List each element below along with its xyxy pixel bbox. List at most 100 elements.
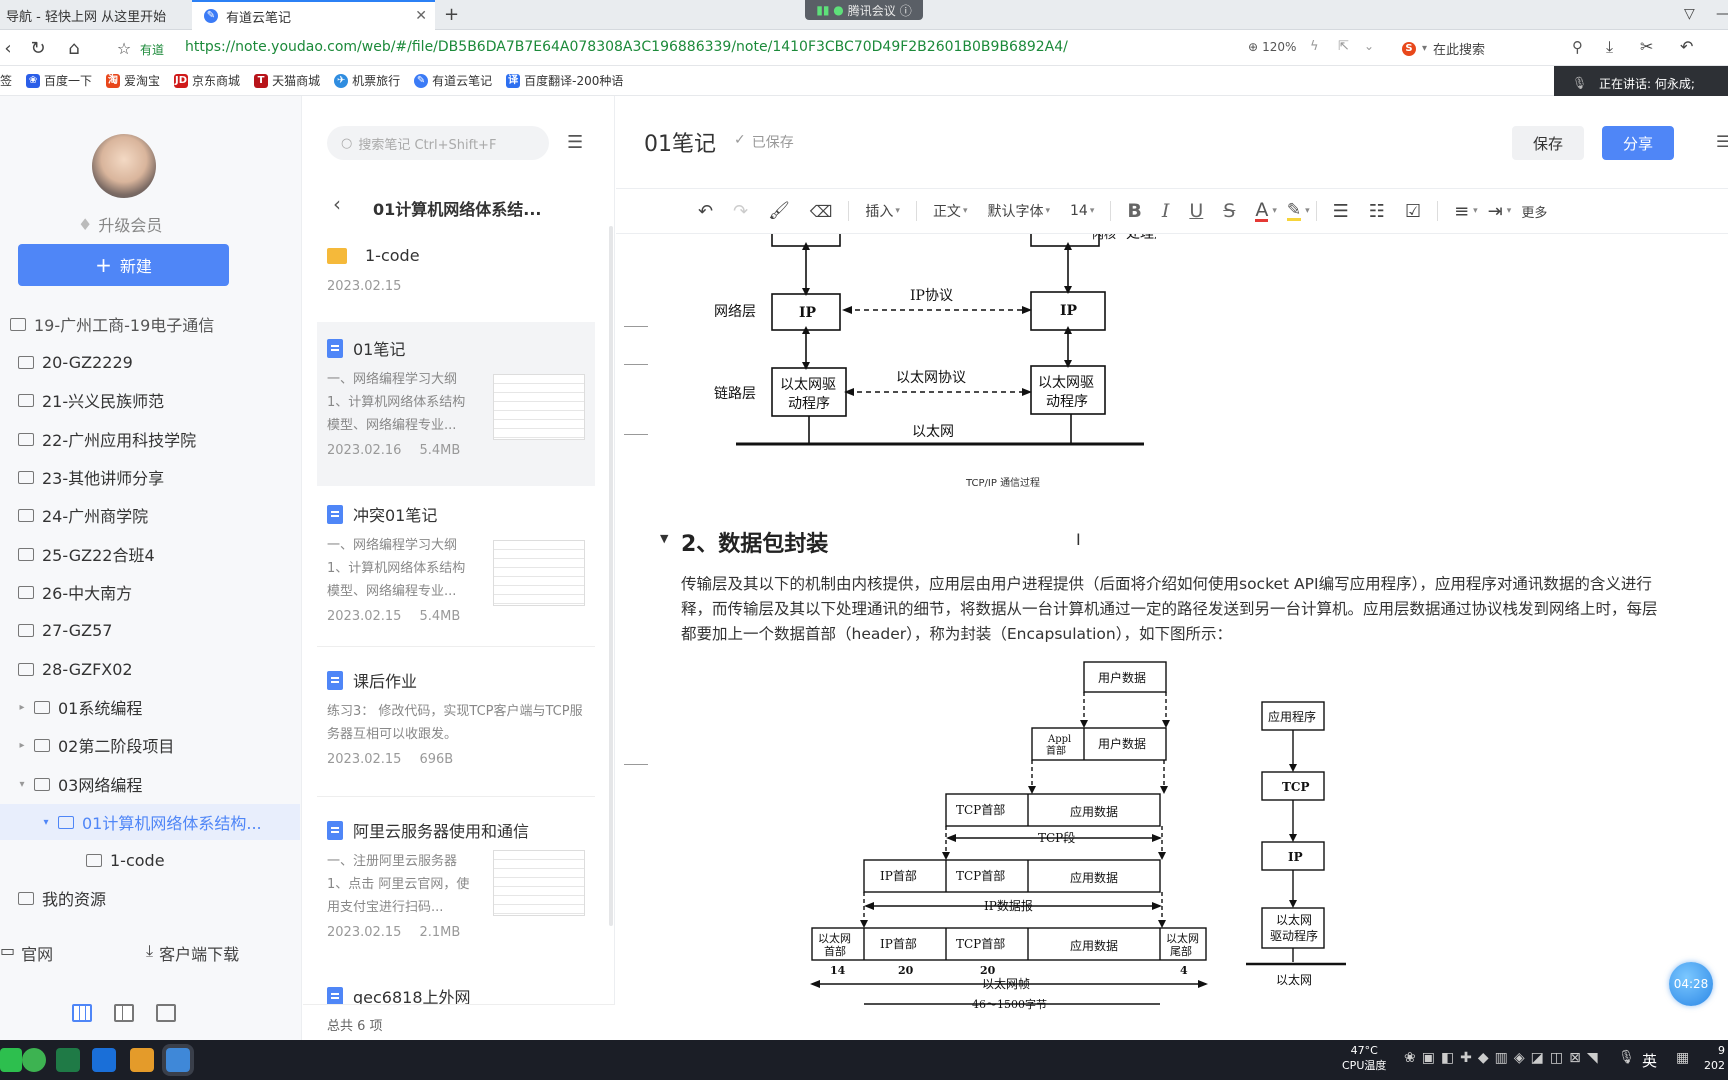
upgrade-link[interactable]: ♦ 升级会员 <box>78 212 162 236</box>
new-tab-button[interactable]: + <box>444 4 459 25</box>
ime-indicator[interactable]: 英 <box>1642 1050 1657 1071</box>
download-client-link[interactable]: ⤓ 客户端下载 <box>146 941 239 965</box>
more-tools[interactable]: 更多 <box>1521 202 1547 221</box>
italic-icon[interactable]: I <box>1162 200 1170 222</box>
tree-item[interactable]: 25-GZ22合班4 <box>0 536 300 572</box>
tab-navigation[interactable]: 导航 - 轻快上网 从这里开始 <box>0 0 190 30</box>
highlight-icon[interactable]: ✎ <box>1286 201 1302 221</box>
layout-three-column-icon[interactable] <box>72 1004 92 1022</box>
tree-item[interactable]: 22-广州应用科技学院 <box>0 421 300 457</box>
download-icon[interactable]: ⤓ <box>1606 37 1613 57</box>
font-family-select[interactable]: 默认字体 ▾ <box>987 201 1050 221</box>
microphone-icon[interactable]: 🎙 <box>1618 1050 1635 1065</box>
bookmark-item[interactable]: JD 京东商城 <box>174 72 240 89</box>
grid-icon[interactable]: ▦ <box>1676 1050 1689 1066</box>
zoom-indicator[interactable]: ⊕ 120% <box>1248 40 1296 54</box>
clock[interactable]: 9 202 <box>1704 1043 1725 1073</box>
tree-item[interactable]: 24-广州商学院 <box>0 497 300 533</box>
chevron-right-icon[interactable]: ▸ <box>16 740 28 751</box>
start-icon[interactable] <box>0 1048 22 1072</box>
font-color-icon[interactable]: A <box>1255 200 1269 222</box>
lightning-icon[interactable]: ϟ <box>1310 39 1319 54</box>
tree-item-selected[interactable]: ▾ 01计算机网络体系结构... <box>0 804 300 840</box>
search-box[interactable]: S ▾ 在此搜索 <box>1402 39 1485 58</box>
tray-icons[interactable]: ❀▣◧✚◆▥◈◪◫⊠◥ <box>1404 1050 1604 1066</box>
chevron-down-icon[interactable]: ▾ <box>40 817 52 828</box>
app-icon[interactable] <box>56 1048 80 1072</box>
browser-taskbar-icon[interactable] <box>166 1048 190 1072</box>
more-menu-icon[interactable]: ☰ <box>1716 132 1728 151</box>
home-icon[interactable]: ⌂ <box>62 36 86 60</box>
tree-item[interactable]: 23-其他讲师分享 <box>0 459 300 495</box>
tree-item[interactable]: 我的资源 <box>0 880 300 916</box>
tree-item[interactable]: 21-兴义民族师范 <box>0 382 300 418</box>
tree-item[interactable]: 1-code <box>0 842 300 878</box>
meeting-badge[interactable]: ▮▮ ● 腾讯会议 ⓘ <box>805 0 923 20</box>
chevron-right-icon[interactable]: ▸ <box>16 702 28 713</box>
section-heading[interactable]: 2、数据包封装 <box>681 526 828 558</box>
indent-icon[interactable]: ⇥ <box>1488 201 1503 222</box>
close-tab-icon[interactable]: ✕ <box>415 8 427 24</box>
recording-timer[interactable]: 04:28 <box>1669 962 1713 1006</box>
tree-item[interactable]: ▸ 01系统编程 <box>0 689 300 725</box>
dropdown-icon[interactable]: ⌄ <box>1364 39 1374 53</box>
scissors-icon[interactable]: ✂ <box>1640 37 1653 56</box>
eraser-icon[interactable]: ⌫ <box>810 202 833 221</box>
insert-menu[interactable]: 插入 ▾ <box>865 201 900 221</box>
note-title[interactable]: 01笔记 <box>644 126 716 158</box>
tree-item[interactable]: 27-GZ57 <box>0 612 300 648</box>
refresh-icon[interactable]: ↻ <box>26 36 50 60</box>
tree-item[interactable]: 20-GZ2229 <box>0 344 300 380</box>
undo-icon[interactable]: ↶ <box>1680 37 1693 56</box>
checkbox-list-icon[interactable]: ☑ <box>1405 201 1421 222</box>
new-button[interactable]: + 新建 <box>18 244 229 286</box>
tree-item[interactable]: ▸ 02第二阶段项目 <box>0 727 300 763</box>
chevron-down-icon[interactable]: ▾ <box>1473 206 1478 216</box>
scrollbar[interactable] <box>609 226 613 926</box>
share-button[interactable]: 分享 <box>1602 126 1674 160</box>
collapse-icon[interactable]: ▼ <box>660 532 668 545</box>
tab-menu-icon[interactable]: ▽ <box>1684 6 1695 22</box>
share-page-icon[interactable]: ⇱ <box>1338 39 1349 54</box>
url-field[interactable]: https://note.youdao.com/web/#/file/DB5B6… <box>185 39 1068 55</box>
back-arrow-icon[interactable]: ‹ <box>333 192 341 216</box>
redo-icon[interactable]: ↷ <box>733 201 748 222</box>
bookmark-item[interactable]: 译百度翻译-200种语 <box>506 72 623 89</box>
sort-menu-icon[interactable]: ☰ <box>567 132 583 153</box>
tree-item[interactable]: 28-GZFX02 <box>0 651 300 687</box>
bookmark-item[interactable]: T 天猫商城 <box>254 72 320 89</box>
chevron-down-icon[interactable]: ▾ <box>1305 206 1310 216</box>
strikethrough-icon[interactable]: S <box>1223 200 1235 222</box>
search-icon[interactable]: ⚲ <box>1572 38 1583 56</box>
tab-youdao-note[interactable]: ✎ 有道云笔记 ✕ <box>192 0 435 30</box>
list-item-folder[interactable]: 1-code 2023.02.15 <box>317 246 595 294</box>
layout-two-column-icon[interactable] <box>114 1004 134 1022</box>
paragraph[interactable]: 传输层及其以下的机制由内核提供，应用层由用户进程提供（后面将介绍如何使用sock… <box>681 572 1728 647</box>
bookmark-item[interactable]: ✎ 有道云笔记 <box>414 72 492 89</box>
note-search-input[interactable]: ○ 搜索笔记 Ctrl+Shift+F <box>327 126 549 160</box>
list-item[interactable]: 阿里云服务器使用和通信 一、注册阿里云服务器 1、点击 阿里云官网，使用支付宝进… <box>317 818 595 940</box>
bullet-list-icon[interactable]: ☰ <box>1333 201 1349 222</box>
chevron-down-icon[interactable]: ▾ <box>1272 206 1277 216</box>
bookmark-item[interactable]: ❀ 百度一下 <box>26 72 92 89</box>
bold-icon[interactable]: B <box>1127 200 1141 222</box>
app-icon[interactable] <box>92 1048 116 1072</box>
star-icon[interactable]: ☆ <box>112 36 136 60</box>
font-size-select[interactable]: 14 ▾ <box>1070 203 1094 219</box>
bookmark-item[interactable]: 淘爱淘宝 <box>106 72 160 89</box>
avatar[interactable] <box>92 134 156 198</box>
save-button[interactable]: 保存 <box>1512 126 1584 160</box>
chevron-down-icon[interactable]: ▾ <box>16 779 28 790</box>
list-item[interactable]: 01笔记 一、网络编程学习大纲 1、计算机网络体系结构模型、网络编程专业... … <box>317 336 595 458</box>
minimize-icon[interactable]: — <box>1716 6 1728 22</box>
list-item[interactable]: 课后作业 练习3： 修改代码，实现TCP客户端与TCP服务器互相可以收跟发。 2… <box>317 668 595 767</box>
align-icon[interactable]: ≡ <box>1454 201 1469 222</box>
format-painter-icon[interactable]: 🖌 <box>768 201 790 221</box>
layout-single-icon[interactable] <box>156 1004 176 1022</box>
bookmark-item[interactable]: ✈ 机票旅行 <box>334 72 400 89</box>
back-icon[interactable]: ‹ <box>0 36 20 60</box>
tree-item[interactable]: 26-中大南方 <box>0 574 300 610</box>
chevron-down-icon[interactable]: ▾ <box>1507 206 1512 216</box>
tree-item[interactable]: ▾ 03网络编程 <box>0 766 300 802</box>
paragraph-style-select[interactable]: 正文 ▾ <box>933 201 968 221</box>
